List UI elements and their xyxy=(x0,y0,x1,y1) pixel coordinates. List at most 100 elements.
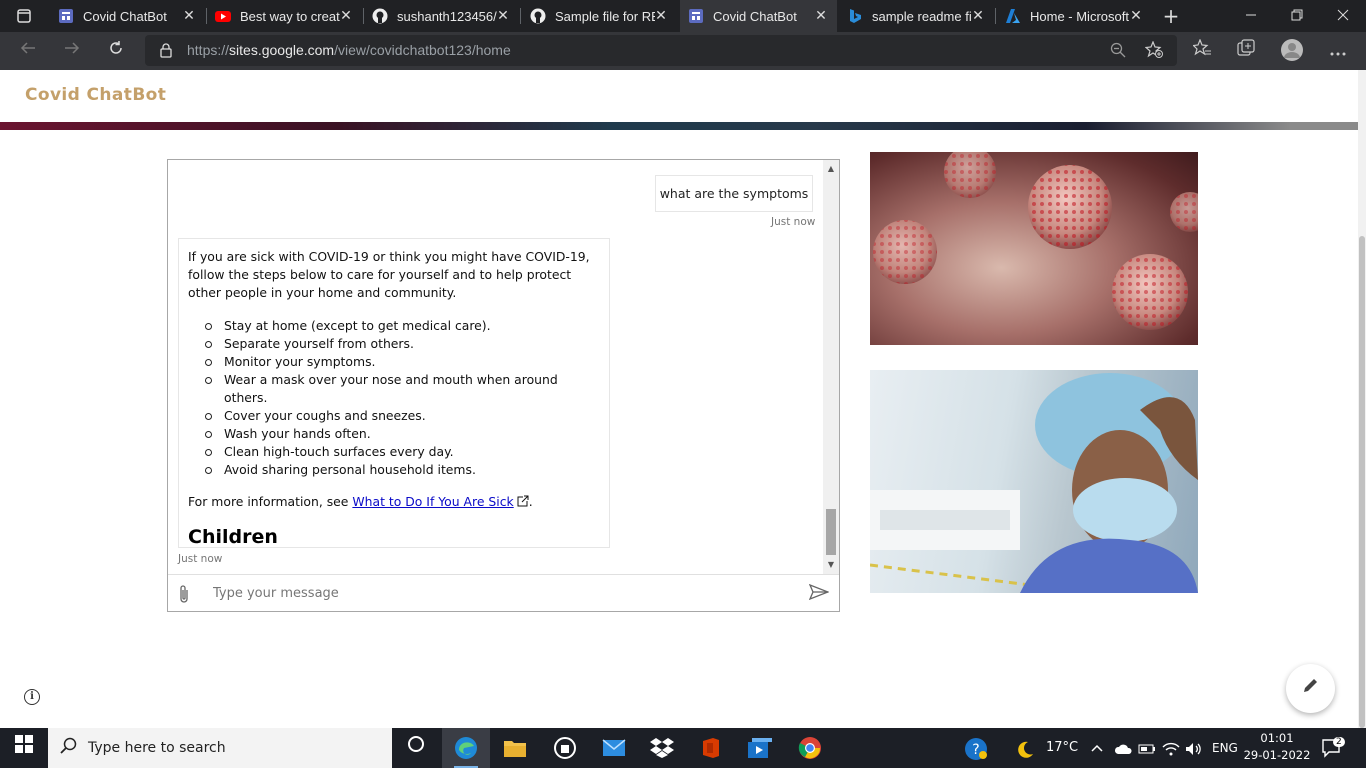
message-input[interactable] xyxy=(213,581,793,606)
tab-bing[interactable]: sample readme fi ✕ xyxy=(839,0,994,32)
section-heading: Children xyxy=(188,526,278,548)
forward-button[interactable] xyxy=(60,39,84,63)
taskbar-dropbox[interactable] xyxy=(638,728,686,768)
close-icon[interactable]: ✕ xyxy=(1128,8,1144,24)
site-header: Covid ChatBot xyxy=(0,70,1358,122)
add-favorite-icon[interactable] xyxy=(1144,40,1163,63)
office-icon xyxy=(703,738,719,758)
tab-divider xyxy=(520,8,521,24)
tab-youtube[interactable]: Best way to creat ✕ xyxy=(207,0,362,32)
taskbar-chrome[interactable] xyxy=(786,728,834,768)
tab-actions-button[interactable] xyxy=(0,0,46,32)
chat-scrollbar[interactable]: ▲ ▼ xyxy=(823,160,839,574)
taskbar-search-box[interactable]: Type here to search xyxy=(48,728,392,768)
close-icon[interactable]: ✕ xyxy=(181,8,197,24)
what-to-do-if-sick-link[interactable]: What to Do If You Are Sick xyxy=(352,494,513,509)
tab-label: Sample file for RE xyxy=(555,8,655,24)
volume-icon[interactable] xyxy=(1185,728,1203,768)
taskbar-file-explorer[interactable] xyxy=(491,728,539,768)
tab-label: sushanth123456/ xyxy=(397,8,497,24)
more-info-line: For more information, see What to Do If … xyxy=(188,493,600,512)
list-item: Monitor your symptoms. xyxy=(205,353,600,371)
tab-azure[interactable]: Home - Microsoft ✕ xyxy=(997,0,1152,32)
cortana-circle-icon xyxy=(408,736,424,752)
edit-button[interactable] xyxy=(1286,664,1335,713)
minimize-button[interactable] xyxy=(1228,0,1274,32)
chat-scrollbar-thumb[interactable] xyxy=(826,509,836,555)
windows-taskbar: Type here to search ? 17°C ENG 01:01 29-… xyxy=(0,728,1366,768)
list-item: Wash your hands often. xyxy=(205,425,600,443)
taskbar-search-placeholder: Type here to search xyxy=(88,740,226,756)
url-bar[interactable]: https://sites.google.com/view/covidchatb… xyxy=(145,35,1177,66)
wifi-icon[interactable] xyxy=(1162,728,1180,768)
taskbar-video-editor[interactable] xyxy=(736,728,784,768)
chat-input-row xyxy=(168,574,839,611)
collections-icon xyxy=(1237,39,1255,56)
bing-icon xyxy=(847,8,863,24)
favorites-button[interactable] xyxy=(1190,38,1214,63)
close-icon[interactable]: ✕ xyxy=(653,8,669,24)
send-icon[interactable] xyxy=(808,583,830,605)
notifications-button[interactable]: 2 xyxy=(1322,728,1345,768)
url-scheme: https:// xyxy=(187,42,230,58)
close-icon[interactable]: ✕ xyxy=(495,8,511,24)
close-icon[interactable]: ✕ xyxy=(338,8,354,24)
tab-label: Home - Microsoft xyxy=(1030,8,1129,24)
chrome-icon xyxy=(798,737,821,759)
zoom-icon[interactable] xyxy=(1110,42,1126,62)
close-icon[interactable]: ✕ xyxy=(970,8,986,24)
attachment-icon[interactable] xyxy=(178,584,190,609)
refresh-button[interactable] xyxy=(104,39,128,63)
weather-temperature[interactable]: 17°C xyxy=(1046,728,1078,768)
restore-button[interactable] xyxy=(1274,0,1320,32)
info-icon[interactable]: i xyxy=(24,689,40,705)
tab-github-2[interactable]: Sample file for RE ✕ xyxy=(522,0,677,32)
scroll-down-icon[interactable]: ▼ xyxy=(823,560,839,569)
input-language[interactable]: ENG xyxy=(1212,728,1238,768)
taskbar-app-launcher[interactable] xyxy=(541,728,589,768)
battery-icon[interactable] xyxy=(1138,728,1156,768)
window-close-button[interactable] xyxy=(1320,0,1366,32)
close-icon[interactable]: ✕ xyxy=(813,8,829,24)
back-button[interactable] xyxy=(16,39,40,63)
taskbar-clock[interactable]: 01:01 29-01-2022 xyxy=(1240,730,1314,764)
new-tab-button[interactable]: + xyxy=(1148,0,1194,32)
task-view-button[interactable] xyxy=(392,728,440,768)
avatar xyxy=(1281,39,1303,61)
collections-button[interactable] xyxy=(1234,39,1258,63)
list-item: Separate yourself from others. xyxy=(205,335,600,353)
help-icon: ? xyxy=(965,737,987,760)
tab-label: Covid ChatBot xyxy=(713,8,797,24)
page-scrollbar-thumb[interactable] xyxy=(1359,236,1365,728)
coronavirus-image xyxy=(870,152,1198,345)
tab-covid-chatbot-1[interactable]: Covid ChatBot ✕ xyxy=(50,0,205,32)
profile-button[interactable] xyxy=(1280,39,1304,63)
help-tray-icon[interactable]: ? xyxy=(964,728,988,768)
forward-arrow-icon xyxy=(65,42,80,54)
windows-icon xyxy=(15,735,33,753)
start-button[interactable] xyxy=(0,728,48,768)
page-scrollbar[interactable] xyxy=(1358,70,1366,728)
taskbar-office[interactable] xyxy=(687,728,735,768)
pencil-icon xyxy=(1303,679,1317,692)
restore-icon xyxy=(1291,9,1303,21)
taskbar-edge[interactable] xyxy=(442,728,490,768)
mail-icon xyxy=(602,739,626,756)
list-item: Clean high-touch surfaces every day. xyxy=(205,443,600,461)
minimize-icon xyxy=(1246,14,1256,16)
github-icon xyxy=(530,8,546,24)
site-title[interactable]: Covid ChatBot xyxy=(25,85,166,105)
taskbar-mail[interactable] xyxy=(590,728,638,768)
tab-github-1[interactable]: sushanth123456/ ✕ xyxy=(364,0,519,32)
show-hidden-icons-button[interactable] xyxy=(1091,728,1103,768)
edge-icon xyxy=(455,737,477,759)
weather-moon-icon[interactable] xyxy=(1016,728,1034,768)
clock-date: 29-01-2022 xyxy=(1243,748,1311,762)
onedrive-icon[interactable] xyxy=(1114,728,1132,768)
scroll-up-icon[interactable]: ▲ xyxy=(823,164,839,173)
tab-label: sample readme fi xyxy=(872,8,972,24)
more-menu-button[interactable] xyxy=(1326,39,1350,63)
tab-covid-chatbot-active[interactable]: Covid ChatBot ✕ xyxy=(680,0,837,32)
list-item: Cover your coughs and sneezes. xyxy=(205,407,600,425)
list-item: Avoid sharing personal household items. xyxy=(205,461,600,479)
